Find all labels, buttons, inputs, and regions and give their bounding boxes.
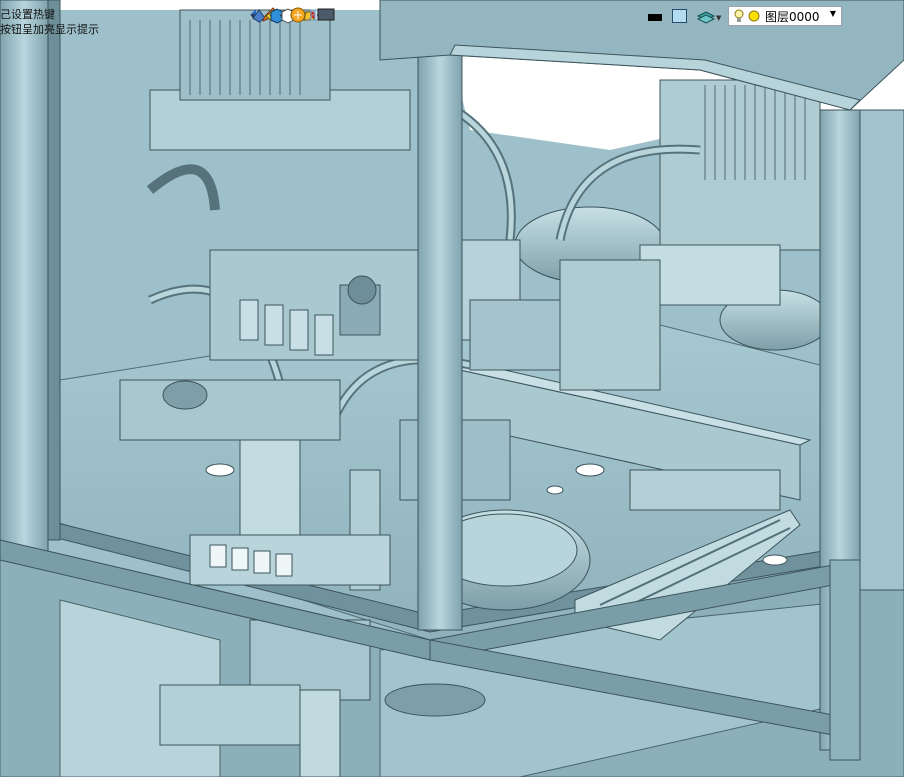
upper-gantry-right bbox=[659, 79, 821, 251]
layer-dropdown[interactable]: 图层0000 ▼ bbox=[728, 6, 842, 26]
hotkey-hint: 己设置热键 bbox=[0, 8, 55, 21]
chevron-down-icon[interactable]: ▼ bbox=[830, 9, 836, 18]
3d-viewport[interactable]: 己设置热键 按钮呈加亮显示提示 ▼ ▼ ▼ ▼ bbox=[0, 0, 904, 777]
fill-color-icon[interactable] bbox=[672, 9, 687, 23]
frame-pillar-left bbox=[0, 0, 49, 561]
frame-pillar-center bbox=[417, 0, 463, 631]
display-mode-button[interactable]: ▼ bbox=[316, 6, 335, 28]
svg-text:▼: ▼ bbox=[716, 14, 722, 22]
layer-color-dot-icon bbox=[748, 10, 760, 22]
line-color-icon[interactable] bbox=[648, 14, 662, 21]
lightbulb-icon[interactable] bbox=[732, 8, 746, 24]
layer-name: 图层0000 bbox=[765, 9, 820, 24]
cad-machine-model[interactable] bbox=[0, 0, 904, 777]
monitor-icon bbox=[317, 8, 335, 21]
render-style-button[interactable]: ▼ bbox=[250, 6, 266, 28]
solid-shade-button[interactable]: ▼ bbox=[268, 6, 284, 28]
wireframe-button[interactable]: ▼ bbox=[279, 6, 295, 28]
highlight-hint: 按钮呈加亮显示提示 bbox=[0, 23, 99, 36]
layer-manager-icon: ▼ bbox=[696, 11, 722, 24]
lighting-button[interactable]: ▼ bbox=[289, 6, 306, 28]
